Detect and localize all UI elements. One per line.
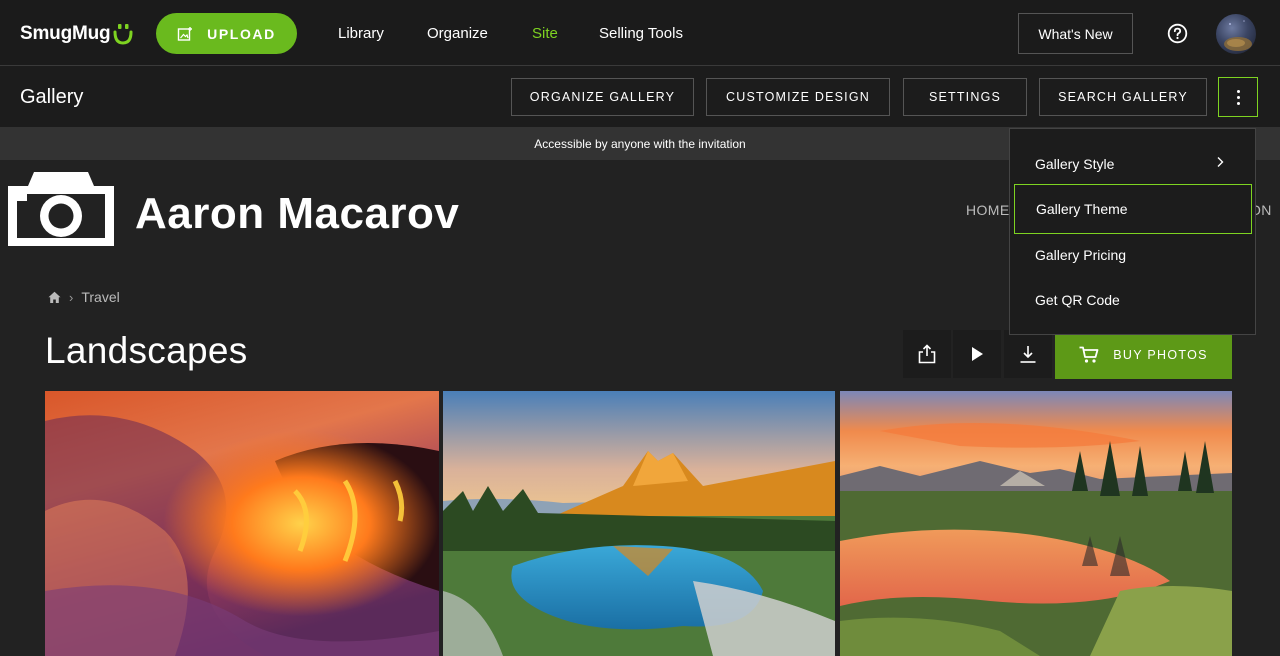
home-icon[interactable] — [48, 291, 61, 304]
page-title: Landscapes — [45, 330, 248, 371]
customize-design-button[interactable]: CUSTOMIZE DESIGN — [706, 78, 890, 116]
user-avatar[interactable] — [1216, 14, 1256, 54]
chevron-right-icon — [1217, 157, 1224, 167]
upload-button[interactable]: UPLOAD — [156, 13, 297, 54]
menu-gallery-style[interactable]: Gallery Style — [1014, 139, 1252, 189]
buy-photos-label: BUY PHOTOS — [1113, 347, 1208, 362]
menu-gallery-pricing-label: Gallery Pricing — [1035, 247, 1127, 263]
search-gallery-button[interactable]: SEARCH GALLERY — [1039, 78, 1207, 116]
upload-label: UPLOAD — [207, 25, 276, 42]
share-icon — [918, 344, 936, 364]
top-navigation: SmugMug UPLOAD Library Organize Site Sel… — [0, 0, 1280, 66]
logo-text: SmugMug — [20, 23, 111, 44]
settings-button[interactable]: SETTINGS — [903, 78, 1027, 116]
menu-gallery-style-label: Gallery Style — [1035, 156, 1115, 172]
site-nav-home[interactable]: HOME — [966, 202, 1010, 218]
slideshow-play-icon — [972, 347, 983, 361]
buy-photos-button[interactable]: BUY PHOTOS — [1055, 330, 1232, 379]
site-name[interactable]: Aaron Macarov — [135, 189, 459, 239]
cart-icon — [1079, 346, 1099, 363]
menu-gallery-theme[interactable]: Gallery Theme — [1014, 184, 1252, 234]
gallery-title: Gallery — [20, 86, 84, 108]
download-button[interactable] — [1004, 330, 1052, 378]
upload-image-icon — [177, 26, 193, 41]
mountain-lake-image — [443, 391, 835, 656]
camera-icon[interactable] — [8, 172, 114, 246]
smile-logo-icon — [113, 24, 133, 45]
nav-site[interactable]: Site — [532, 25, 558, 42]
organize-gallery-button[interactable]: ORGANIZE GALLERY — [511, 78, 694, 116]
smugmug-logo[interactable]: SmugMug — [20, 20, 133, 48]
photo-sunset-pond[interactable] — [840, 391, 1232, 656]
breadcrumb: › Travel — [48, 289, 120, 305]
photo-mountain-lake[interactable] — [443, 391, 835, 656]
menu-get-qr-code-label: Get QR Code — [1035, 292, 1120, 308]
nav-organize[interactable]: Organize — [427, 25, 488, 42]
download-icon — [1020, 346, 1036, 363]
menu-gallery-theme-label: Gallery Theme — [1036, 201, 1128, 217]
breadcrumb-separator: › — [69, 289, 74, 305]
menu-get-qr-code[interactable]: Get QR Code — [1014, 275, 1252, 325]
sunset-pond-image — [840, 391, 1232, 656]
nav-library[interactable]: Library — [338, 25, 384, 42]
nav-selling-tools[interactable]: Selling Tools — [599, 25, 683, 42]
lava-ocean-image — [45, 391, 439, 656]
whats-new-button[interactable]: What's New — [1018, 13, 1133, 54]
slideshow-button[interactable] — [953, 330, 1001, 378]
question-circle-icon[interactable] — [1167, 23, 1188, 44]
photo-lava-ocean[interactable] — [45, 391, 439, 656]
share-button[interactable] — [903, 330, 951, 378]
menu-gallery-pricing[interactable]: Gallery Pricing — [1014, 230, 1252, 280]
gallery-toolbar: Gallery ORGANIZE GALLERY CUSTOMIZE DESIG… — [0, 66, 1280, 128]
gallery-more-menu: Gallery Style Gallery Theme Gallery Pric… — [1009, 128, 1256, 335]
breadcrumb-travel[interactable]: Travel — [81, 289, 119, 305]
vertical-ellipsis-icon[interactable] — [1218, 77, 1258, 117]
